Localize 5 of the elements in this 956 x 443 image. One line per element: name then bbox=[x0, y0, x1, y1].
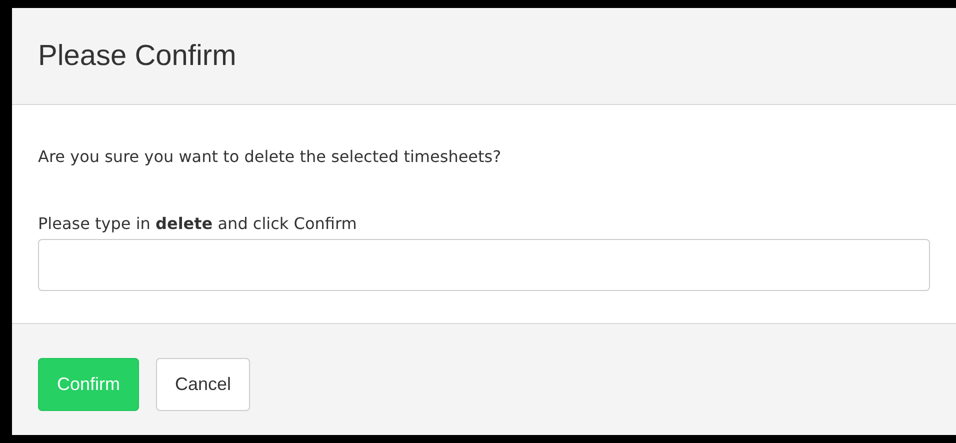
confirmation-message: Are you sure you want to delete the selected timesheets? bbox=[38, 147, 502, 166]
dialog-title: Please Confirm bbox=[38, 40, 236, 72]
field-label: Please type in delete and click Confirm bbox=[38, 214, 357, 233]
cancel-button[interactable]: Cancel bbox=[156, 358, 250, 411]
input-field[interactable] bbox=[38, 239, 930, 291]
